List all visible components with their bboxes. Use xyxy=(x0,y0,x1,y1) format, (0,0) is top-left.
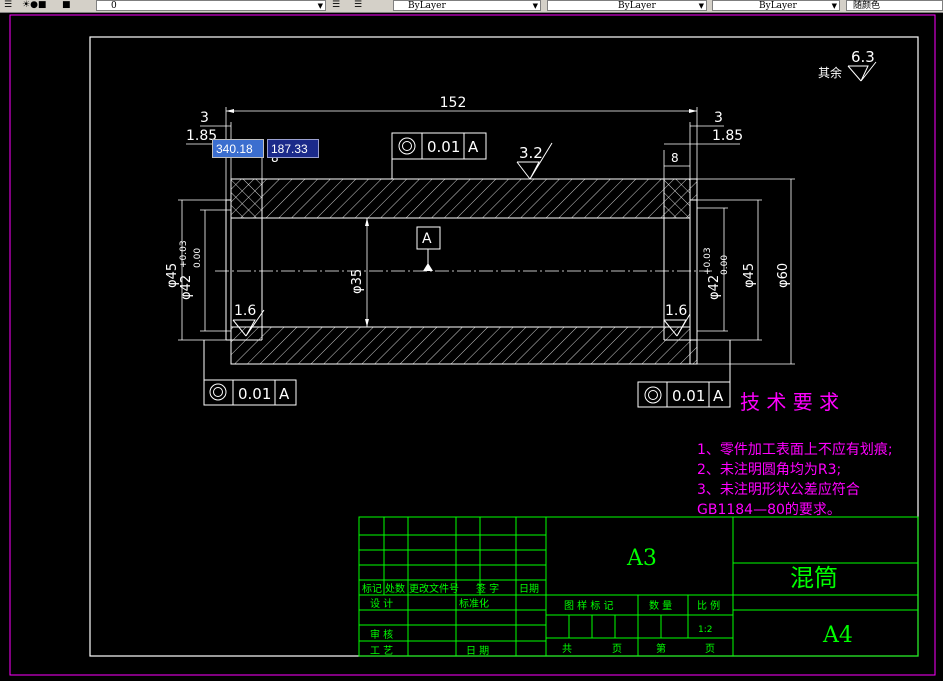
roughness-general-value: 6.3 xyxy=(851,48,875,66)
dim-left-dia-45: φ45 xyxy=(165,263,180,288)
scale-value: 1:2 xyxy=(698,625,712,635)
notes-title: 技 术 要 求 xyxy=(740,390,839,414)
roughness-note: 其余 xyxy=(818,65,842,80)
part-name: 混筒 xyxy=(790,564,838,592)
make-current-icon[interactable]: ☰ xyxy=(332,0,340,12)
linetype-combo-value: ByLayer xyxy=(618,1,656,11)
chevron-down-icon: ▼ xyxy=(831,2,837,10)
layer-manager-icon[interactable]: ☰ xyxy=(4,0,12,12)
gtol-frame-top: 0.01 A xyxy=(391,132,487,179)
dim-overall-length: 152 xyxy=(440,95,467,111)
roughness-left-inner-value: 1.6 xyxy=(234,303,256,319)
gtol-top-datum: A xyxy=(468,138,479,156)
plotstyle-combo-value: 随颜色 xyxy=(853,1,881,11)
top-wall-section xyxy=(230,178,698,219)
row-process: 工 艺 xyxy=(370,645,393,657)
roughness-right-inner-value: 1.6 xyxy=(665,303,687,319)
gtol-left-datum: A xyxy=(279,385,290,403)
dim-right-step: 8 xyxy=(671,151,679,165)
notes-line-1: 1、零件加工表面上不应有划痕; xyxy=(697,441,893,458)
title-block: 标记 处数 更改文件号 签 字 日期 设 计 标准化 审 核 工 艺 日 期 A… xyxy=(358,516,919,657)
dim-right-dia-42: φ42 xyxy=(707,275,722,300)
row-design: 设 计 xyxy=(370,597,393,610)
rev-header-mark: 标记 xyxy=(362,583,382,595)
col-weight: 数 量 xyxy=(649,599,672,612)
page-label: 第 xyxy=(656,642,666,655)
chevron-down-icon: ▼ xyxy=(532,2,538,10)
rev-header-sign: 签 字 xyxy=(476,582,499,595)
roughness-outer-value: 3.2 xyxy=(519,144,543,162)
dim-right-groove-width: 3 xyxy=(714,110,723,126)
datum-a-symbol: A xyxy=(416,226,441,271)
color-combo[interactable]: ByLayer ▼ xyxy=(393,0,541,11)
row-date: 日 期 xyxy=(466,645,489,657)
left-hub-hatch xyxy=(231,179,262,218)
dim-right-tol-upper: +0.03 xyxy=(703,247,713,275)
notes-line-2: 2、未注明圆角均为R3; xyxy=(697,462,841,478)
bottom-wall-section xyxy=(230,326,698,365)
gtol-top-value: 0.01 xyxy=(427,138,460,156)
lineweight-combo-value: ByLayer xyxy=(759,1,797,11)
sheet-label: 页 xyxy=(612,643,622,655)
right-hub-hatch xyxy=(664,179,690,218)
dim-left-dia-42: φ42 xyxy=(179,275,194,300)
dim-left-tol-lower: 0.00 xyxy=(193,248,203,268)
technical-notes: 技 术 要 求 1、零件加工表面上不应有划痕; 2、未注明圆角均为R3; 3、未… xyxy=(697,390,893,518)
dim-outer-dia: φ60 xyxy=(776,263,791,288)
layer-color-icon[interactable]: ■ xyxy=(62,0,71,12)
dim-right-tol-lower: 0.00 xyxy=(720,255,730,275)
dim-right-dia-45: φ45 xyxy=(742,263,757,288)
col-scale: 比 例 xyxy=(697,599,720,612)
rev-header-doc: 更改文件号 xyxy=(409,582,459,595)
datum-a-label: A xyxy=(422,231,432,247)
layer-state-icons[interactable]: ☀●■ xyxy=(22,0,46,12)
layer-previous-icon[interactable]: ☰ xyxy=(354,0,362,12)
notes-line-4: GB1184—80的要求。 xyxy=(697,502,841,518)
gtol-left-value: 0.01 xyxy=(238,385,271,403)
layer-combo[interactable]: 0 ▼ xyxy=(96,0,326,11)
gtol-right-value: 0.01 xyxy=(672,387,705,405)
roughness-outer: 3.2 xyxy=(516,142,553,180)
row-standard: 标准化 xyxy=(459,597,489,610)
dynamic-input-x[interactable]: 340.18 xyxy=(212,139,264,158)
dim-left-tol-upper: +0.03 xyxy=(179,240,189,268)
col-stage-mark: 图 样 标 记 xyxy=(564,599,614,612)
chevron-down-icon: ▼ xyxy=(317,2,323,10)
plotstyle-combo[interactable]: 随颜色 xyxy=(846,0,943,11)
page-label-2: 页 xyxy=(705,643,715,655)
chevron-down-icon: ▼ xyxy=(698,2,704,10)
gtol-right-datum: A xyxy=(713,387,724,405)
rev-header-date: 日期 xyxy=(519,583,539,595)
dimensions: 152 3 1.85 8 3 1.85 8 φ45 φ42 +0.03 0.00 xyxy=(165,95,795,365)
dim-left-groove-width: 3 xyxy=(200,110,209,126)
general-roughness: 其余 6.3 xyxy=(818,48,877,82)
rev-header-count: 处数 xyxy=(385,582,405,595)
row-review: 审 核 xyxy=(370,628,393,641)
dim-bore-dia: φ35 xyxy=(350,269,365,294)
drawing-number: A4 xyxy=(822,623,853,648)
total-label: 共 xyxy=(562,643,572,655)
lineweight-combo[interactable]: ByLayer ▼ xyxy=(712,0,840,11)
notes-line-3: 3、未注明形状公差应符合 xyxy=(697,481,860,498)
part-section-view xyxy=(215,178,712,365)
layer-combo-value: 0 xyxy=(111,1,117,11)
drawing-canvas[interactable]: 其余 6.3 152 3 1.85 3 1.85 8 φ45 φ42 +0.03… xyxy=(0,12,943,681)
linetype-combo[interactable]: ByLayer ▼ xyxy=(547,0,707,11)
color-combo-value: ByLayer xyxy=(408,1,446,11)
dynamic-input-y[interactable]: 187.33 xyxy=(267,139,319,158)
sheet-size: A3 xyxy=(626,546,657,571)
dim-right-groove-depth: 1.85 xyxy=(712,128,743,144)
